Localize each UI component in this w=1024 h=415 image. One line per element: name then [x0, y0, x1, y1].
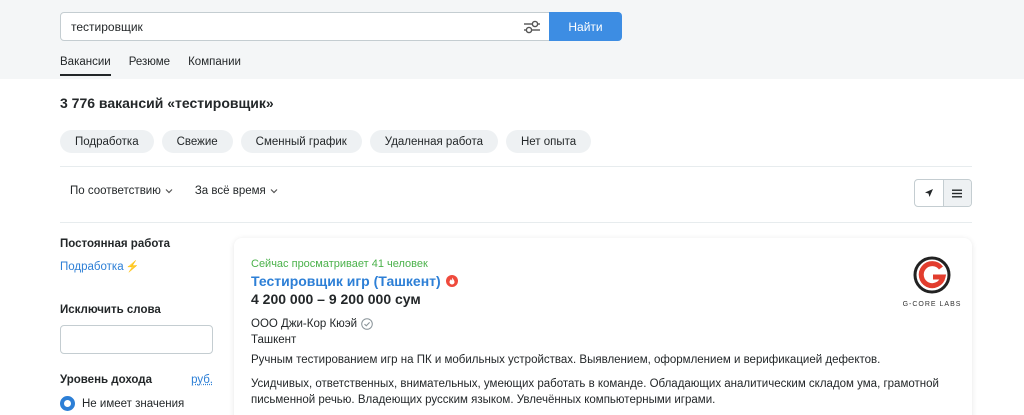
chip-fresh[interactable]: Свежие — [162, 130, 233, 153]
view-toggle — [914, 179, 972, 207]
vacancy-city: Ташкент — [251, 334, 296, 346]
income-any-radio[interactable] — [60, 396, 75, 411]
search-button[interactable]: Найти — [549, 12, 622, 41]
sort-period-dropdown[interactable]: За всё время — [195, 185, 278, 197]
vacancy-responsibilities: Ручным тестированием игр на ПК и мобильн… — [251, 354, 971, 366]
vacancy-card: Сейчас просматривает 41 человек Тестиров… — [234, 238, 972, 415]
list-icon — [952, 189, 962, 198]
vacancy-title-link[interactable]: Тестировщик игр (Ташкент) — [251, 273, 458, 289]
exclude-words-heading: Исключить слова — [60, 304, 220, 316]
search-tabs: Вакансии Резюме Компании — [60, 56, 241, 76]
sort-relevance-label: По соответствию — [70, 185, 161, 197]
company-name: ООО Джи-Кор Кюэй — [251, 318, 357, 330]
income-heading: Уровень дохода — [60, 374, 152, 386]
divider — [60, 166, 972, 167]
chip-part-time[interactable]: Подработка — [60, 130, 154, 153]
chip-shift-schedule[interactable]: Сменный график — [241, 130, 362, 153]
sidebar-filters: Постоянная работа Подработка ⚡ Исключить … — [60, 238, 220, 316]
chevron-down-icon — [270, 187, 278, 195]
sort-period-label: За всё время — [195, 185, 266, 197]
viewers-count: Сейчас просматривает 41 человек — [251, 258, 428, 270]
chevron-down-icon — [165, 187, 173, 195]
lightning-icon: ⚡ — [126, 261, 140, 273]
tab-resumes[interactable]: Резюме — [129, 56, 170, 76]
chip-no-experience[interactable]: Нет опыта — [506, 130, 591, 153]
g-core-logo-icon — [912, 255, 952, 295]
quick-filters: Подработка Свежие Сменный график Удаленн… — [60, 130, 591, 153]
vacancy-requirements: Усидчивых, ответственных, внимательных, … — [251, 376, 971, 408]
sort-bar: По соответствию За всё время — [70, 185, 278, 197]
employment-row: Подработка ⚡ — [60, 259, 220, 273]
vacancy-salary: 4 200 000 – 9 200 000 сум — [251, 291, 421, 307]
part-time-link[interactable]: Подработка — [60, 261, 124, 273]
tab-vacancies[interactable]: Вакансии — [60, 56, 111, 76]
company-link[interactable]: ООО Джи-Кор Кюэй — [251, 318, 373, 330]
income-option: Не имеет значения — [60, 396, 184, 411]
vacancy-title: Тестировщик игр (Ташкент) — [251, 273, 441, 289]
sort-relevance-dropdown[interactable]: По соответствию — [70, 185, 173, 197]
search-input[interactable] — [61, 13, 501, 40]
tab-companies[interactable]: Компании — [188, 56, 241, 76]
location-arrow-icon — [924, 188, 934, 198]
logo-text: G-CORE LABS — [902, 301, 962, 308]
employment-heading: Постоянная работа — [60, 238, 220, 250]
fire-icon — [446, 275, 458, 287]
search-box — [60, 12, 550, 41]
list-view-button[interactable] — [943, 180, 971, 206]
results-title: 3 776 вакансий «тестировщик» — [60, 95, 274, 111]
divider — [60, 222, 972, 223]
verified-check-icon — [361, 318, 373, 330]
filter-icon[interactable] — [523, 19, 541, 35]
exclude-words-input[interactable] — [60, 325, 213, 354]
currency-selector[interactable]: руб. — [191, 374, 213, 386]
map-view-button[interactable] — [915, 180, 943, 206]
income-any-label: Не имеет значения — [82, 398, 184, 410]
chip-remote[interactable]: Удаленная работа — [370, 130, 498, 153]
company-logo[interactable]: G-CORE LABS — [902, 255, 962, 308]
income-header: Уровень дохода руб. — [60, 374, 213, 386]
